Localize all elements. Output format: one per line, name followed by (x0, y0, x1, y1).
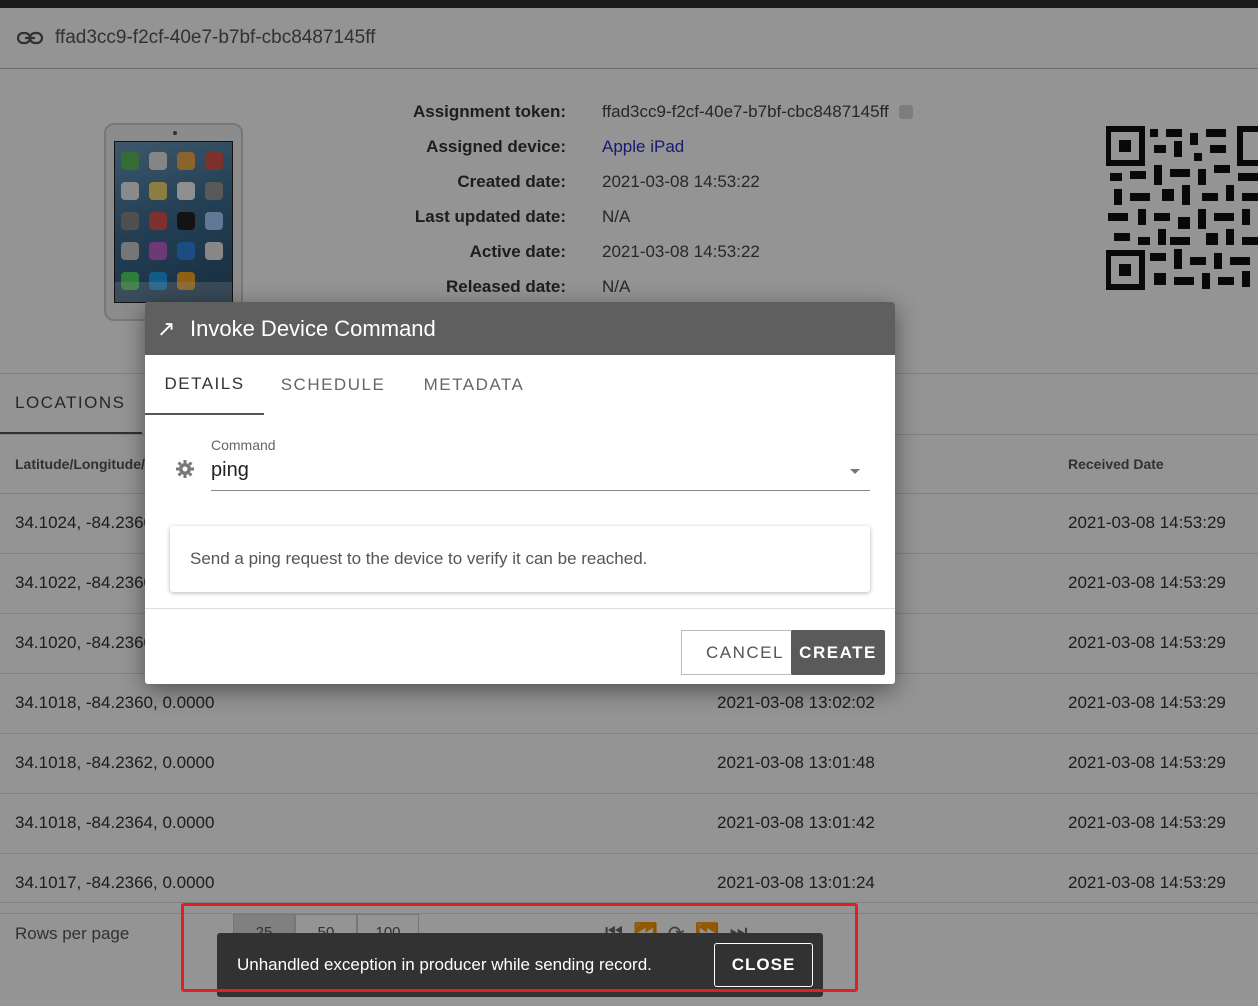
dialog-header: ↗ Invoke Device Command (145, 302, 895, 355)
tab-details[interactable]: DETAILS (145, 355, 264, 415)
tab-metadata[interactable]: METADATA (411, 355, 537, 415)
command-description: Send a ping request to the device to ver… (170, 526, 870, 592)
command-label: Command (211, 437, 276, 453)
gear-icon (176, 460, 194, 478)
create-button[interactable]: CREATE (791, 630, 885, 675)
cancel-button[interactable]: CANCEL (681, 630, 809, 675)
command-value: ping (211, 459, 249, 481)
invoke-command-dialog: ↗ Invoke Device Command DETAILS SCHEDULE… (145, 302, 895, 684)
highlight-box (181, 903, 858, 992)
tab-schedule[interactable]: SCHEDULE (269, 355, 397, 415)
dialog-title: Invoke Device Command (190, 315, 436, 341)
command-select[interactable]: ping (211, 459, 870, 491)
dialog-footer: CANCEL CREATE (145, 608, 895, 684)
chevron-down-icon (850, 469, 860, 474)
dialog-tabs: DETAILS SCHEDULE METADATA (145, 355, 895, 415)
arrow-up-right-icon: ↗ (157, 315, 176, 341)
